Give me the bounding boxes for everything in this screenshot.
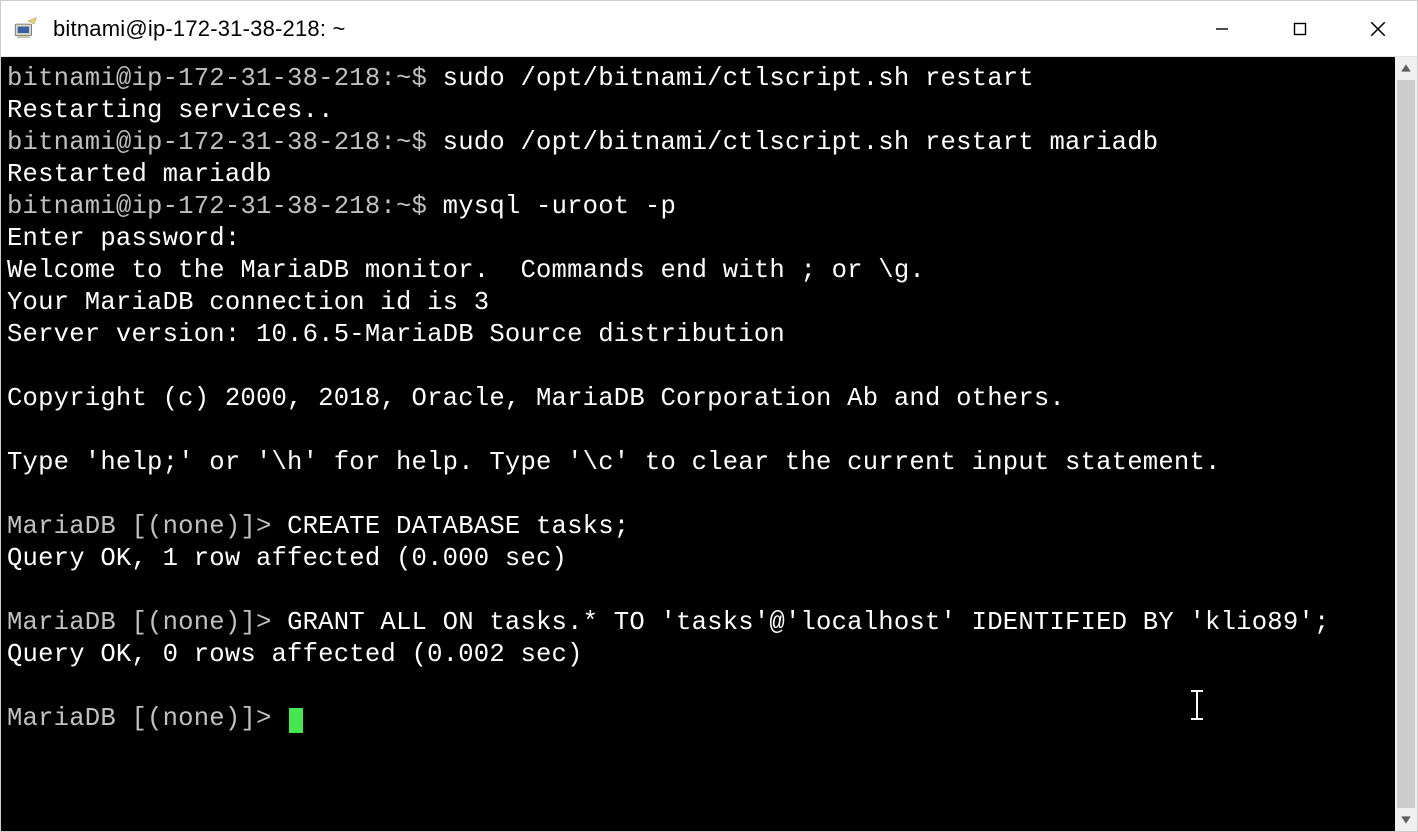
close-button[interactable] xyxy=(1339,1,1417,56)
terminal-line xyxy=(7,479,1387,511)
terminal-line: Enter password: xyxy=(7,223,1387,255)
terminal-line: Copyright (c) 2000, 2018, Oracle, MariaD… xyxy=(7,383,1387,415)
putty-window: bitnami@ip-172-31-38-218: ~ bitnami@ip-1… xyxy=(0,0,1418,832)
terminal-line: Query OK, 0 rows affected (0.002 sec) xyxy=(7,639,1387,671)
terminal-line: MariaDB [(none)]> CREATE DATABASE tasks; xyxy=(7,511,1387,543)
window-controls xyxy=(1183,1,1417,56)
terminal-line: Type 'help;' or '\h' for help. Type '\c'… xyxy=(7,447,1387,479)
terminal-line: MariaDB [(none)]> GRANT ALL ON tasks.* T… xyxy=(7,607,1387,639)
terminal-line: Restarting services.. xyxy=(7,95,1387,127)
maximize-button[interactable] xyxy=(1261,1,1339,56)
text-cursor-icon xyxy=(1195,690,1197,720)
scroll-up-arrow[interactable] xyxy=(1395,57,1417,79)
terminal-line: bitnami@ip-172-31-38-218:~$ sudo /opt/bi… xyxy=(7,63,1387,95)
scroll-thumb[interactable] xyxy=(1397,80,1415,808)
terminal-line: bitnami@ip-172-31-38-218:~$ mysql -uroot… xyxy=(7,191,1387,223)
terminal-line xyxy=(7,671,1387,703)
minimize-button[interactable] xyxy=(1183,1,1261,56)
terminal-line: Welcome to the MariaDB monitor. Commands… xyxy=(7,255,1387,287)
scroll-down-arrow[interactable] xyxy=(1395,809,1417,831)
title-bar[interactable]: bitnami@ip-172-31-38-218: ~ xyxy=(1,1,1417,57)
window-title: bitnami@ip-172-31-38-218: ~ xyxy=(53,16,1183,42)
terminal-line: MariaDB [(none)]> xyxy=(7,703,1387,735)
terminal-line: bitnami@ip-172-31-38-218:~$ sudo /opt/bi… xyxy=(7,127,1387,159)
terminal-line: Your MariaDB connection id is 3 xyxy=(7,287,1387,319)
terminal-output[interactable]: bitnami@ip-172-31-38-218:~$ sudo /opt/bi… xyxy=(1,57,1395,831)
terminal-line xyxy=(7,415,1387,447)
putty-icon xyxy=(11,15,39,43)
terminal-line xyxy=(7,351,1387,383)
terminal-line: Restarted mariadb xyxy=(7,159,1387,191)
terminal-line: Server version: 10.6.5-MariaDB Source di… xyxy=(7,319,1387,351)
vertical-scrollbar[interactable] xyxy=(1395,57,1417,831)
terminal-line xyxy=(7,575,1387,607)
terminal-line: Query OK, 1 row affected (0.000 sec) xyxy=(7,543,1387,575)
input-cursor xyxy=(289,708,303,733)
client-area: bitnami@ip-172-31-38-218:~$ sudo /opt/bi… xyxy=(1,57,1417,831)
